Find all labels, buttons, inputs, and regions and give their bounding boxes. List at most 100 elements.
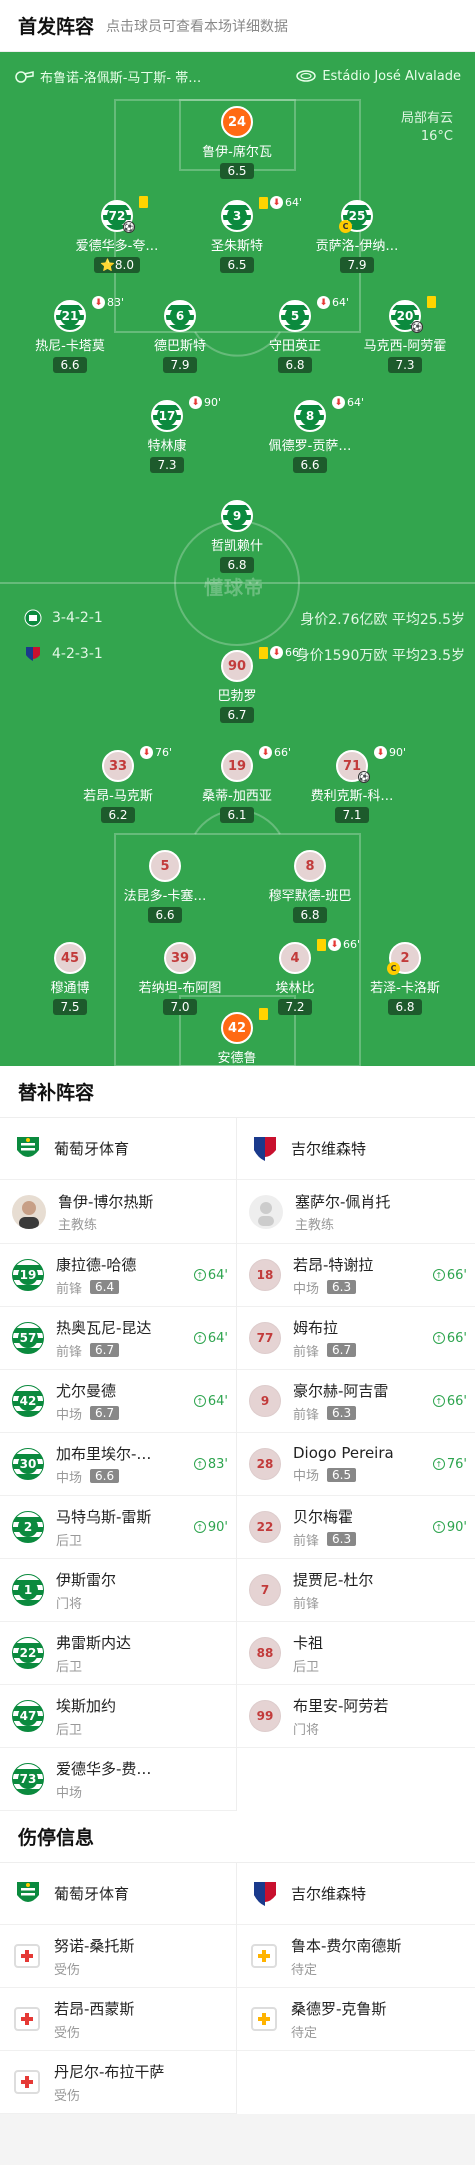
pitch-player-home[interactable]: 3 ⬇ 64' 圣朱斯特 6.5 (177, 196, 302, 273)
pitch-player-home[interactable]: 8 ⬇ 64' 佩德罗-贡萨… 6.6 (250, 396, 370, 473)
pitch-player-home[interactable]: 9 哲凯赖什 6.8 (177, 500, 297, 573)
pitch-player-away[interactable]: 45 穆通博 7.5 (10, 942, 130, 1015)
sub-on-time: ↑ 90' (193, 1520, 228, 1535)
medical-kit-icon (14, 1944, 40, 1968)
weather-text: 局部有云 (400, 111, 453, 126)
player-position: 前锋 (293, 1407, 320, 1423)
jersey-icon: 1 (12, 1574, 44, 1606)
pitch-player-away[interactable]: 90 ⬇ 66' 巴勃罗 6.7 (177, 646, 302, 723)
team-header-home[interactable]: 葡萄牙体育 (0, 1118, 236, 1180)
team-header-away[interactable]: 吉尔维森特 (237, 1863, 475, 1925)
jersey-number: 24 (227, 114, 247, 130)
team-name: 葡萄牙体育 (54, 1140, 130, 1158)
player-name: 热尼-卡塔莫 (35, 339, 105, 354)
pitch-player-home[interactable]: 25 C 贡萨洛-伊纳… 7.9 (297, 200, 417, 273)
jersey-icon: 77 (249, 1322, 281, 1354)
sub-player-row[interactable]: 73 爱德华多-费… 中场 (0, 1748, 236, 1811)
player-name: 布里安-阿劳若 (293, 1696, 389, 1715)
lineup-header: 首发阵容 点击球员可查看本场详细数据 (0, 0, 475, 52)
coach-row-home[interactable]: 鲁伊-博尔热斯 主教练 (0, 1180, 236, 1244)
pitch-player-away[interactable]: 5 法昆多-卡塞… 6.6 (105, 850, 225, 923)
sub-player-row[interactable]: 30 加布里埃尔-… 中场 6.6 ↑ 83' (0, 1433, 236, 1496)
jersey-icon: 88 (249, 1637, 281, 1669)
injury-row[interactable]: 努诺-桑托斯 受伤 (0, 1925, 236, 1988)
injury-row[interactable]: 桑德罗-克鲁斯 待定 (237, 1988, 475, 2051)
event-badges: ⬇ 66' (259, 646, 302, 659)
pitch-player-away[interactable]: 8 穆罕默德-班巴 6.8 (250, 850, 370, 923)
player-name: 贝尔梅霍 (293, 1507, 354, 1526)
jersey-icon: 22 (12, 1637, 44, 1669)
jersey-icon: 72 ⚽ (101, 200, 135, 233)
event-badges (139, 196, 150, 208)
pitch-player-home[interactable]: 17 ⬇ 90' 特林康 7.3 (107, 396, 227, 473)
pitch-player-home[interactable]: 6 德巴斯特 7.9 (120, 300, 240, 373)
player-name: 法昆多-卡塞… (123, 889, 207, 904)
sub-player-row[interactable]: 1 伊斯雷尔 门将 (0, 1559, 236, 1622)
jersey-number: 17 (157, 406, 177, 426)
sub-player-row[interactable]: 18 若昂-特谢拉 中场 6.3 ↑ 66' (237, 1244, 475, 1307)
sub-player-row[interactable]: 7 提贾尼-杜尔 前锋 (237, 1559, 475, 1622)
sub-on-time: ↑ 64' (193, 1268, 228, 1283)
jersey-icon: 22 (249, 1511, 281, 1543)
sub-player-row[interactable]: 88 卡祖 后卫 (237, 1622, 475, 1685)
injury-row[interactable]: 丹尼尔-布拉干萨 受伤 (0, 2051, 236, 2114)
injury-row[interactable]: 鲁本-费尔南德斯 待定 (237, 1925, 475, 1988)
section-title-subs: 替补阵容 (0, 1066, 475, 1118)
team-name: 吉尔维森特 (291, 1885, 367, 1903)
sub-player-row[interactable]: 9 豪尔赫-阿吉雷 前锋 6.3 ↑ 66' (237, 1370, 475, 1433)
pitch-player-away[interactable]: 42安德鲁6.4 (177, 1008, 297, 1066)
sub-player-row[interactable]: 28 Diogo Pereira 中场 6.5 ↑ 76' (237, 1433, 475, 1496)
team-header-away[interactable]: 吉尔维森特 (237, 1118, 475, 1180)
team-header-home[interactable]: 葡萄牙体育 (0, 1863, 236, 1925)
sub-player-row[interactable]: 22 贝尔梅霍 前锋 6.3 ↑ 90' (237, 1496, 475, 1559)
player-rating: 6.5 (220, 257, 254, 273)
pitch-player-away[interactable]: 19 ⬇ 66' 桑蒂-加西亚 6.1 (177, 746, 297, 823)
goal-ball-icon: ⚽ (358, 771, 370, 783)
jersey-number: 30 (18, 1454, 38, 1474)
sub-player-row[interactable]: 77 姆布拉 前锋 6.7 ↑ 66' (237, 1307, 475, 1370)
yellow-card-icon (259, 1008, 268, 1020)
sub-off-icon: ⬇ (259, 746, 272, 759)
pitch-player-away[interactable]: 39 若纳坦-布阿图 7.0 (120, 942, 240, 1015)
away-formation: 4-2-3-1 (24, 645, 103, 663)
injury-row[interactable]: 若昂-西蒙斯 受伤 (0, 1988, 236, 2051)
gil-vicente-crest-icon (254, 1136, 276, 1161)
player-name: 丹尼尔-布拉干萨 (54, 2062, 165, 2081)
sub-player-row[interactable]: 99 布里安-阿劳若 门将 (237, 1685, 475, 1748)
player-position: 中场 (56, 1785, 83, 1801)
player-rating: 6.6 (293, 457, 327, 473)
pitch-player-home[interactable]: 20 ⚽ 马克西-阿劳霍 7.3 (345, 296, 465, 373)
pitch-player-away[interactable]: 33 ⬇ 76' 若昂-马克斯 6.2 (58, 746, 178, 823)
jersey-number: 2 (400, 950, 410, 966)
sub-player-row[interactable]: 42 尤尔曼德 中场 6.7 ↑ 64' (0, 1370, 236, 1433)
pitch-player-home[interactable]: 21 ⬇ 83' 热尼-卡塔莫 6.6 (10, 296, 130, 373)
pitch-player-home[interactable]: 5 ⬇ 64' 守田英正 6.8 (235, 296, 355, 373)
injuries-grid: 葡萄牙体育 努诺-桑托斯 受伤 若昂-西蒙斯 受伤 丹尼尔-布拉干萨 受伤 吉尔维森特 鲁… (0, 1863, 475, 2114)
jersey-number: 39 (170, 950, 190, 966)
pitch-player-home[interactable]: 72 ⚽ 爱德华多-夸… ⭐8.0 (57, 196, 177, 273)
sub-player-row[interactable]: 2 马特乌斯-雷斯 后卫 ↑ 90' (0, 1496, 236, 1559)
coach-avatar-placeholder (249, 1194, 283, 1229)
sub-player-row[interactable]: 22 弗雷斯内达 后卫 (0, 1622, 236, 1685)
jersey-number: 5 (285, 306, 305, 326)
jersey-number: 19 (18, 1265, 38, 1285)
sub-on-icon: ↑ (193, 1332, 206, 1344)
sub-player-row[interactable]: 57 热奥瓦尼-昆达 前锋 6.7 ↑ 64' (0, 1307, 236, 1370)
coach-row-away[interactable]: 塞萨尔-佩肖托 主教练 (237, 1180, 475, 1244)
pitch-player-home[interactable]: 24 鲁伊-席尔瓦 6.5 (177, 106, 297, 179)
jersey-icon: 9 (249, 1385, 281, 1417)
pitch-player-away[interactable]: 4 ⬇ 66' 埃林比 7.2 (235, 938, 360, 1015)
player-rating: 6.7 (220, 707, 254, 723)
coach-role: 主教练 (295, 1217, 335, 1233)
jersey-number: 19 (227, 758, 247, 774)
player-rating: 6.7 (327, 1343, 357, 1357)
sub-player-row[interactable]: 19 康拉德-哈德 前锋 6.4 ↑ 64' (0, 1244, 236, 1307)
jersey-number: 22 (256, 1520, 274, 1534)
player-rating: 6.7 (90, 1406, 120, 1420)
player-rating: 6.7 (90, 1343, 120, 1357)
pitch-player-away[interactable]: 2 C 若泽-卡洛斯 6.8 (345, 942, 465, 1015)
pitch-player-away[interactable]: 71 ⚽ ⬇ 90' 费利克斯-科… 7.1 (292, 746, 412, 823)
sub-player-row[interactable]: 47 埃斯加约 后卫 (0, 1685, 236, 1748)
sub-on-time: ↑ 66' (432, 1394, 467, 1409)
jersey-number: 73 (18, 1769, 38, 1789)
